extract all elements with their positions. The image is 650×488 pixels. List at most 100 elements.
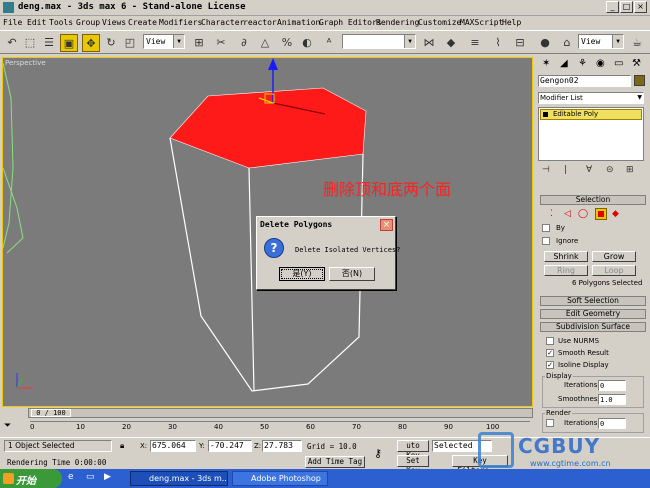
taskbar-item-3dsmax[interactable]: deng.max - 3ds m... xyxy=(130,471,228,486)
isoline-display-checkbox[interactable]: ✓ xyxy=(546,361,554,369)
remove-modifier-icon[interactable]: ⊝ xyxy=(606,165,614,175)
rotate-icon[interactable]: ↻ xyxy=(102,34,120,52)
key-mode-icon[interactable]: ⏷ xyxy=(4,421,11,431)
select-object-icon[interactable]: ⬚ xyxy=(21,34,39,52)
angle-snap-icon[interactable]: △ xyxy=(256,34,274,52)
display-iterations-spinner[interactable]: 0 xyxy=(598,380,626,391)
edit-named-selection-icon[interactable]: ᴬ xyxy=(320,34,338,52)
minimize-button[interactable]: _ xyxy=(606,1,619,13)
menu-maxscript[interactable]: MAXScript xyxy=(460,18,503,27)
menu-animation[interactable]: Animation xyxy=(277,18,320,27)
render-type-dropdown[interactable]: View ▼ xyxy=(578,34,624,49)
z-coordinate-field[interactable]: 27.783 xyxy=(262,440,302,452)
dialog-close-button[interactable]: × xyxy=(380,219,393,231)
make-unique-icon[interactable]: ∀ xyxy=(586,165,592,175)
curve-editor-icon[interactable]: ⌇ xyxy=(489,34,507,52)
time-slider-thumb[interactable]: 0 / 100 xyxy=(31,409,71,417)
render-iterations-spinner[interactable]: 0 xyxy=(598,418,626,429)
set-key-icon[interactable]: ⚷ xyxy=(374,447,382,460)
create-tab-icon[interactable]: ✶ xyxy=(542,58,550,69)
modify-tab-icon[interactable]: ◢ xyxy=(560,58,568,69)
snap-icon[interactable]: ∂ xyxy=(235,34,253,52)
quick-render-icon[interactable]: ☕ xyxy=(628,34,646,52)
ring-button[interactable]: Ring xyxy=(544,265,588,276)
mirror-icon[interactable]: ⋈ xyxy=(420,34,438,52)
by-vertex-checkbox[interactable] xyxy=(542,224,550,232)
configure-sets-icon[interactable]: ⊞ xyxy=(626,165,634,175)
object-name-field[interactable]: Gengon02 xyxy=(538,75,631,87)
vertex-mode-icon[interactable]: ⁚ xyxy=(550,209,553,219)
menu-group[interactable]: Group xyxy=(76,18,100,27)
loop-button[interactable]: Loop xyxy=(592,265,636,276)
reference-coord-dropdown[interactable]: View ▼ xyxy=(143,34,185,49)
menu-file[interactable]: File xyxy=(3,18,22,27)
menu-tools[interactable]: Tools xyxy=(49,18,73,27)
smoothness-spinner[interactable]: 1.0 xyxy=(598,394,626,405)
close-button[interactable]: × xyxy=(634,1,647,13)
menu-views[interactable]: Views xyxy=(102,18,126,27)
pin-stack-icon[interactable]: ⊣ xyxy=(542,165,550,175)
select-by-name-icon[interactable]: ☰ xyxy=(40,34,58,52)
set-key-button[interactable]: Set Key xyxy=(397,455,429,475)
media-icon[interactable]: ▶ xyxy=(104,472,111,482)
scale-icon[interactable]: ◰ xyxy=(121,34,139,52)
edit-geometry-rollout-header[interactable]: Edit Geometry xyxy=(540,309,646,319)
menu-character[interactable]: Character xyxy=(201,18,244,27)
auto-key-button[interactable]: uto Key xyxy=(397,440,429,460)
region-select-icon[interactable]: ▣ xyxy=(60,34,78,52)
utilities-tab-icon[interactable]: ⚒ xyxy=(632,58,641,69)
maximize-button[interactable]: □ xyxy=(620,1,633,13)
layer-manager-icon[interactable]: ≡ xyxy=(466,34,484,52)
use-nurms-checkbox[interactable] xyxy=(546,337,554,345)
menu-customize[interactable]: Customize xyxy=(418,18,461,27)
render-iterations-checkbox[interactable] xyxy=(546,419,554,427)
soft-selection-rollout-header[interactable]: Soft Selection xyxy=(540,296,646,306)
stack-item-editable-poly[interactable]: Editable Poly xyxy=(540,109,642,120)
select-link-icon[interactable]: ✂ xyxy=(212,34,230,52)
desktop-icon[interactable]: ▭ xyxy=(86,472,95,482)
show-end-result-icon[interactable]: | xyxy=(564,165,567,175)
add-time-tag-button[interactable]: Add Time Tag xyxy=(305,456,365,468)
element-mode-icon[interactable]: ◆ xyxy=(612,209,619,219)
smooth-result-checkbox[interactable]: ✓ xyxy=(546,349,554,357)
menu-edit[interactable]: Edit xyxy=(27,18,46,27)
ie-icon[interactable]: e xyxy=(68,472,74,482)
time-slider[interactable]: 0 / 100 xyxy=(28,408,533,418)
menu-modifiers[interactable]: Modifiers xyxy=(159,18,202,27)
subdivision-rollout-header[interactable]: Subdivision Surface xyxy=(540,322,646,332)
x-coordinate-field[interactable]: 675.064 xyxy=(150,440,196,452)
selection-rollout-header[interactable]: Selection xyxy=(540,195,646,205)
grow-button[interactable]: Grow xyxy=(592,251,636,262)
undo-icon[interactable]: ↶ xyxy=(3,34,21,52)
edge-mode-icon[interactable]: ◁ xyxy=(564,209,571,219)
display-tab-icon[interactable]: ▭ xyxy=(614,58,623,69)
menu-create[interactable]: Create xyxy=(128,18,157,27)
shrink-button[interactable]: Shrink xyxy=(544,251,588,262)
named-selection-dropdown[interactable]: ▼ xyxy=(342,34,416,49)
percent-snap-icon[interactable]: % xyxy=(278,34,296,52)
menu-rendering[interactable]: Rendering xyxy=(376,18,419,27)
schematic-view-icon[interactable]: ⊟ xyxy=(511,34,529,52)
pivot-icon[interactable]: ⊞ xyxy=(190,34,208,52)
menu-help[interactable]: Help xyxy=(502,18,521,27)
motion-tab-icon[interactable]: ◉ xyxy=(596,58,605,69)
border-mode-icon[interactable]: ◯ xyxy=(578,209,588,219)
align-icon[interactable]: ◆ xyxy=(442,34,460,52)
hierarchy-tab-icon[interactable]: ⚘ xyxy=(578,58,587,69)
y-coordinate-field[interactable]: -70.247 xyxy=(208,440,252,452)
taskbar-item-photoshop[interactable]: Adobe Photoshop xyxy=(232,471,328,486)
stack-item-bulb-icon[interactable] xyxy=(543,112,548,117)
no-button[interactable]: 否(N) xyxy=(329,267,375,281)
ignore-backfacing-checkbox[interactable] xyxy=(542,237,550,245)
move-icon[interactable]: ✥ xyxy=(82,34,100,52)
menu-reactor[interactable]: reactor xyxy=(243,18,277,27)
material-editor-icon[interactable]: ● xyxy=(536,34,554,52)
modifier-list-dropdown[interactable]: Modifier List ▼ xyxy=(538,92,644,104)
menu-graph-editors[interactable]: Graph Editors xyxy=(319,18,382,27)
spinner-snap-icon[interactable]: ◐ xyxy=(298,34,316,52)
polygon-mode-icon[interactable] xyxy=(595,208,607,220)
render-scene-icon[interactable]: ⌂ xyxy=(558,34,576,52)
lock-icon[interactable]: 🔒︎ xyxy=(120,441,124,451)
object-color-swatch[interactable] xyxy=(634,75,645,86)
track-bar[interactable]: 0 10 20 30 40 50 60 70 80 90 100 xyxy=(30,421,530,435)
